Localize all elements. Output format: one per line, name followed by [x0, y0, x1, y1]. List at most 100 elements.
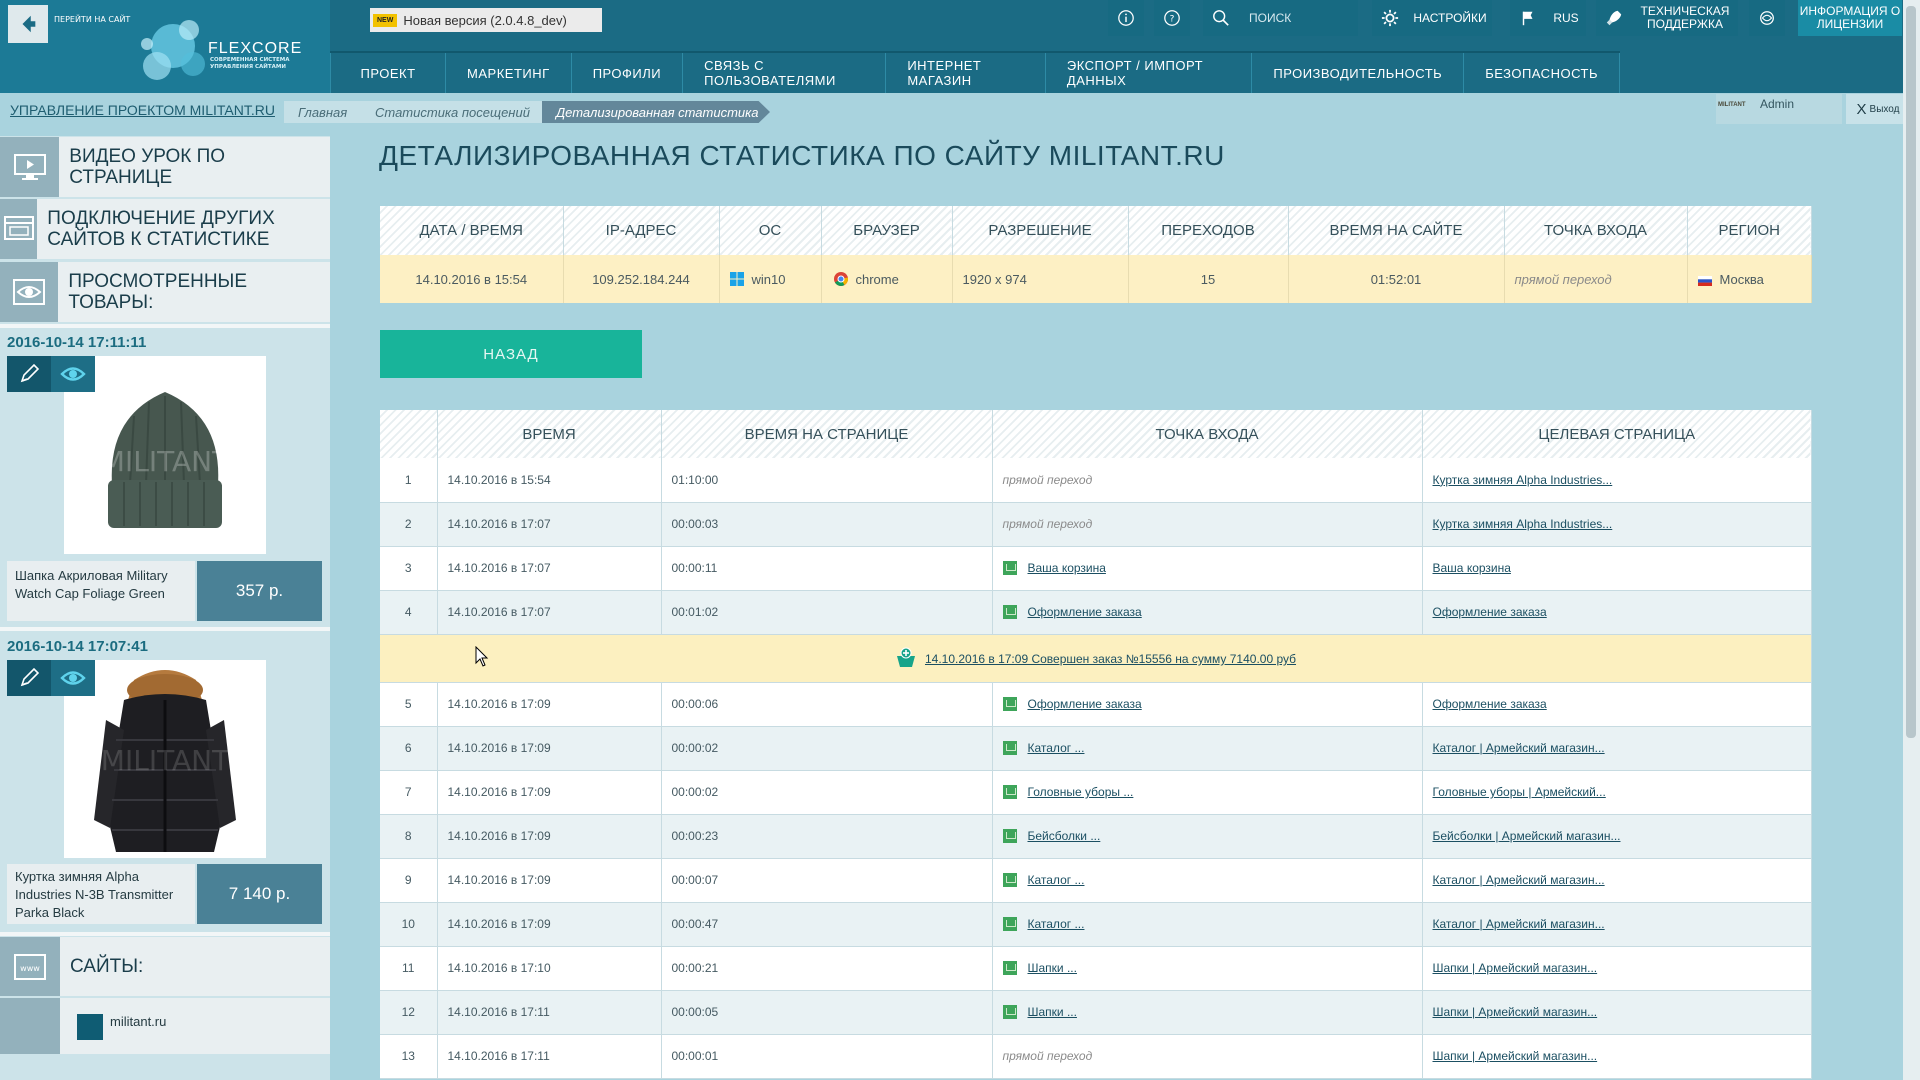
row-number: 12 [380, 990, 438, 1035]
col-time-on-site[interactable]: ВРЕМЯ НА САЙТЕ [1288, 206, 1505, 255]
product-name[interactable]: Шапка Акриловая Military Watch Cap Folia… [7, 561, 195, 621]
edit-button[interactable] [7, 356, 51, 392]
user-menu[interactable]: MILITANT Admin [1716, 94, 1842, 124]
site-item[interactable]: militant.ru [0, 998, 330, 1054]
target-page-link[interactable]: Шапки | Армейский магазин... [1433, 1005, 1598, 1019]
view-button[interactable] [51, 356, 95, 392]
target-page-cell: Каталог | Армейский магазин... [1422, 726, 1812, 771]
target-page-link[interactable]: Шапки | Армейский магазин... [1433, 961, 1598, 975]
target-page-link[interactable]: Каталог | Армейский магазин... [1433, 917, 1605, 931]
entry-point-link[interactable]: Каталог ... [1028, 873, 1085, 887]
info-button[interactable] [1108, 0, 1144, 36]
col-resolution[interactable]: РАЗРЕШЕНИЕ [952, 206, 1129, 255]
target-page-link[interactable]: Ваша корзина [1433, 561, 1511, 575]
entry-point-link[interactable]: Головные уборы ... [1028, 785, 1134, 799]
edit-button[interactable] [7, 660, 51, 696]
sidebar-video-lesson[interactable]: ВИДЕО УРОК ПО СТРАНИЦЕ [0, 137, 330, 197]
entry-point-cell: Бейсболки ... [992, 814, 1423, 859]
license-button[interactable]: ИНФОРМАЦИЯ О ЛИЦЕНЗИИ [1798, 0, 1902, 36]
page-icon [1002, 829, 1017, 843]
col-entry-point[interactable]: ТОЧКА ВХОДА [1504, 206, 1688, 255]
entry-point-link[interactable]: Каталог ... [1028, 741, 1085, 755]
summary-entry: прямой переход [1504, 255, 1688, 303]
col-time-on-page[interactable]: ВРЕМЯ НА СТРАНИЦЕ [661, 410, 993, 458]
language-flag-button[interactable] [1510, 0, 1546, 36]
target-page-link[interactable]: Бейсболки | Армейский магазин... [1433, 829, 1621, 843]
svg-text:?: ? [1170, 15, 1175, 25]
breadcrumb-visit-stats[interactable]: Статистика посещений [361, 101, 545, 123]
col-datetime[interactable]: ДАТА / ВРЕМЯ [380, 206, 564, 255]
target-page-link[interactable]: Оформление заказа [1433, 697, 1547, 711]
entry-point-link[interactable]: Оформление заказа [1028, 605, 1142, 619]
entry-point-link[interactable]: Ваша корзина [1028, 561, 1106, 575]
menu-online-store[interactable]: ИНТЕРНЕТ МАГАЗИН [886, 53, 1046, 93]
search-input[interactable] [1239, 0, 1358, 36]
menu-user-communication[interactable]: СВЯЗЬ С ПОЛЬЗОВАТЕЛЯМИ [683, 53, 887, 93]
sidebar-connect-sites[interactable]: ПОДКЛЮЧЕНИЕ ДРУГИХ САЙТОВ К СТАТИСТИКЕ [0, 199, 330, 259]
sidebar-viewed-products[interactable]: ПРОСМОТРЕННЫЕ ТОВАРЫ: [0, 262, 330, 322]
sidebar-sites[interactable]: www САЙТЫ: [0, 937, 330, 996]
scrollbar-thumb[interactable] [1906, 6, 1916, 738]
menu-marketing[interactable]: МАРКЕТИНГ [446, 53, 572, 93]
entry-point-link[interactable]: Каталог ... [1028, 917, 1085, 931]
logout-button[interactable]: X Выход [1846, 94, 1910, 124]
target-page-link[interactable]: Куртка зимняя Alpha Industries... [1433, 473, 1613, 487]
target-page-link[interactable]: Каталог | Армейский магазин... [1433, 873, 1605, 887]
flag-icon [1522, 11, 1533, 26]
visit-time: 14.10.2016 в 17:09 [437, 858, 662, 903]
menu-export-import[interactable]: ЭКСПОРТ / ИМПОРТ ДАННЫХ [1046, 53, 1253, 93]
visit-time: 14.10.2016 в 17:09 [437, 682, 662, 727]
order-link[interactable]: 14.10.2016 в 17:09 Совершен заказ №15556… [925, 652, 1296, 666]
menu-project[interactable]: ПРОЕКТ [330, 53, 447, 93]
settings-icon-button[interactable] [1372, 0, 1408, 36]
time-on-page: 00:00:02 [661, 726, 993, 771]
menu-profiles[interactable]: ПРОФИЛИ [572, 53, 684, 93]
eye-icon [13, 279, 46, 305]
settings-button[interactable]: НАСТРОЙКИ [1408, 0, 1492, 36]
visit-time: 14.10.2016 в 17:09 [437, 814, 662, 859]
back-button[interactable]: НАЗАД [380, 330, 642, 378]
entry-point-link[interactable]: Оформление заказа [1028, 697, 1142, 711]
menu-security[interactable]: БЕЗОПАСНОСТЬ [1464, 53, 1620, 93]
visit-time: 14.10.2016 в 17:10 [437, 946, 662, 991]
col-region[interactable]: РЕГИОН [1687, 206, 1812, 255]
col-os[interactable]: ОС [719, 206, 822, 255]
support-button[interactable]: ТЕХНИЧЕСКАЯ ПОДДЕРЖКА [1632, 0, 1738, 36]
visit-time: 14.10.2016 в 17:09 [437, 726, 662, 771]
col-target-page[interactable]: ЦЕЛЕВАЯ СТРАНИЦА [1422, 410, 1812, 458]
target-page-link[interactable]: Шапки | Армейский магазин... [1433, 1049, 1598, 1063]
col-entry-point[interactable]: ТОЧКА ВХОДА [992, 410, 1423, 458]
back-to-site-button[interactable] [8, 5, 48, 43]
goto-site-link[interactable]: ПЕРЕЙТИ НА САЙТ [54, 15, 130, 24]
menu-performance[interactable]: ПРОИЗВОДИТЕЛЬНОСТЬ [1252, 53, 1465, 93]
sidebar-separator [0, 932, 330, 936]
breadcrumb-home[interactable]: Главная [284, 101, 364, 123]
col-ip[interactable]: IP-АДРЕС [563, 206, 720, 255]
project-link[interactable]: УПРАВЛЕНИЕ ПРОЕКТОМ MILITANT.RU [10, 102, 275, 118]
table-row: 1 14.10.2016 в 15:54 01:10:00 прямой перехо… [380, 458, 1812, 503]
product-name[interactable]: Куртка зимняя Alpha Industries N-3B Tran… [7, 864, 195, 924]
row-number: 7 [380, 770, 438, 815]
view-button[interactable] [51, 660, 95, 696]
help-button[interactable]: ? [1154, 0, 1190, 36]
target-page-link[interactable]: Каталог | Армейский магазин... [1433, 741, 1605, 755]
logo-tagline: СОВРЕМЕННАЯ СИСТЕМА УПРАВЛЕНИЯ САЙТАМИ [210, 57, 290, 70]
support-icon-button[interactable] [1596, 0, 1632, 36]
entry-point-link[interactable]: Шапки ... [1028, 1005, 1077, 1019]
entry-point-link[interactable]: Бейсболки ... [1028, 829, 1101, 843]
search-button[interactable] [1203, 0, 1239, 36]
svg-text:www: www [20, 964, 40, 973]
page-icon [1002, 961, 1017, 975]
col-browser[interactable]: БРАУЗЕР [821, 206, 953, 255]
target-page-link[interactable]: Куртка зимняя Alpha Industries... [1433, 517, 1613, 531]
target-page-link[interactable]: Оформление заказа [1433, 605, 1547, 619]
target-page-link[interactable]: Головные уборы | Армейский... [1433, 785, 1606, 799]
eye-icon [60, 671, 86, 685]
col-time[interactable]: ВРЕМЯ [437, 410, 662, 458]
entry-point-link[interactable]: Шапки ... [1028, 961, 1077, 975]
col-visits[interactable]: ПЕРЕХОДОВ [1128, 206, 1289, 255]
license-icon-button[interactable] [1749, 0, 1785, 36]
time-on-page: 00:00:02 [661, 770, 993, 815]
language-button[interactable]: RUS [1546, 0, 1586, 36]
version-notice[interactable]: NEW Новая версия (2.0.4.8_dev) [370, 8, 602, 32]
